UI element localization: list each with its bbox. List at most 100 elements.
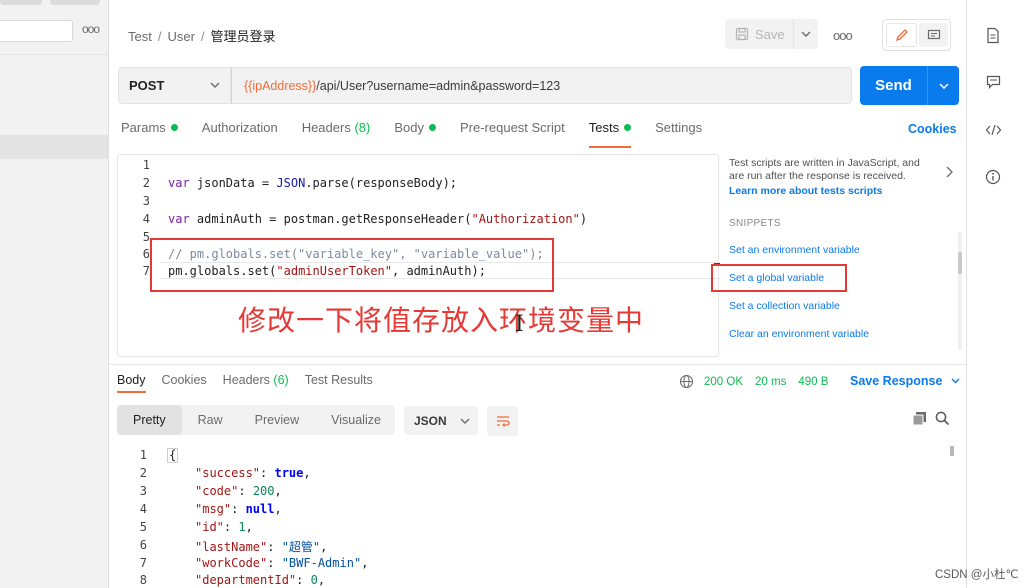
code-icon[interactable] xyxy=(984,121,1002,139)
save-button[interactable]: Save xyxy=(725,19,792,49)
watermark: CSDN @小杜℃ xyxy=(935,569,1019,581)
tab-response-body[interactable]: Body xyxy=(117,373,146,393)
chevron-down-icon xyxy=(801,31,811,37)
tab-label: Tests xyxy=(588,120,620,135)
info-icon[interactable] xyxy=(984,168,1002,186)
pencil-icon xyxy=(895,29,908,42)
snippet-link[interactable]: Clear an environment variable xyxy=(729,328,869,340)
json-value: 200 xyxy=(252,484,275,498)
code-token: jsonData = xyxy=(189,176,277,190)
comments-icon[interactable] xyxy=(984,73,1002,91)
tab-settings[interactable]: Settings xyxy=(655,120,702,148)
annotation-box xyxy=(150,238,554,292)
tab-tests[interactable]: Tests xyxy=(588,120,632,148)
snippets-scrollbar[interactable] xyxy=(958,232,962,350)
snippets-panel: Test scripts are written in JavaScript, … xyxy=(720,154,964,357)
method-select[interactable]: POST xyxy=(118,67,231,104)
sidebar-search-input[interactable] xyxy=(0,20,73,42)
annotation-box xyxy=(711,264,847,292)
chevron-down-icon xyxy=(460,418,470,424)
tab-pre-request-script[interactable]: Pre-request Script xyxy=(460,120,565,148)
pane-divider[interactable] xyxy=(109,364,966,365)
tab-response-headers[interactable]: Headers (6) xyxy=(223,373,289,393)
chevron-right-icon[interactable] xyxy=(946,166,953,178)
globe-icon[interactable] xyxy=(679,374,694,389)
tab-body[interactable]: Body xyxy=(394,120,436,148)
tab-params[interactable]: Params xyxy=(121,120,178,148)
tab-visualize[interactable]: Visualize xyxy=(315,405,397,435)
snippet-link[interactable]: Set a collection variable xyxy=(729,300,840,312)
json-row: "workCode": "BWF-Admin", xyxy=(195,556,369,570)
search-icon[interactable] xyxy=(935,411,950,429)
snippets-scroll-thumb[interactable] xyxy=(958,252,962,274)
response-scrollbar[interactable] xyxy=(950,446,954,456)
tab-label: Body xyxy=(394,120,424,135)
view-mode-toggle xyxy=(882,19,951,51)
sidebar-top-button[interactable] xyxy=(50,0,100,5)
send-dropdown-button[interactable] xyxy=(927,66,959,105)
sidebar-selected-item[interactable] xyxy=(0,135,108,159)
tab-preview[interactable]: Preview xyxy=(239,405,315,435)
breadcrumb-item[interactable]: Test xyxy=(128,29,152,44)
line-number: 2 xyxy=(142,176,150,190)
snippets-title: SNIPPETS xyxy=(729,218,781,229)
copy-icon[interactable] xyxy=(912,411,927,429)
response-tabs: Body Cookies Headers (6) Test Results xyxy=(117,373,389,393)
breadcrumb-current[interactable]: 管理员登录 xyxy=(211,29,276,44)
response-size[interactable]: 490 B xyxy=(798,376,828,388)
url-input[interactable]: {{ipAddress}}/api/User?username=admin&pa… xyxy=(231,67,852,104)
left-sidebar: ooo xyxy=(0,0,109,588)
json-value: 0 xyxy=(310,573,318,587)
request-tabs: Params Authorization Headers (8) Body Pr… xyxy=(121,120,726,148)
sidebar-top-button[interactable] xyxy=(0,0,42,5)
line-number: 6 xyxy=(142,247,150,261)
line-number: 6 xyxy=(139,538,147,552)
tab-label: Pre-request Script xyxy=(459,120,565,135)
tab-test-results[interactable]: Test Results xyxy=(305,373,373,393)
json-key: "departmentId" xyxy=(195,573,297,587)
tab-raw[interactable]: Raw xyxy=(182,405,239,435)
tab-pretty[interactable]: Pretty xyxy=(117,405,182,435)
json-row: "success": true, xyxy=(195,466,311,480)
tab-authorization[interactable]: Authorization xyxy=(202,120,278,148)
code-token: var xyxy=(168,212,190,226)
code-token: .parse xyxy=(305,176,349,190)
json-value: 1 xyxy=(238,520,246,534)
save-response-button[interactable]: Save Response xyxy=(850,374,960,388)
tab-label: Headers xyxy=(222,373,270,387)
code-token: getResponseHeader xyxy=(341,212,465,226)
response-time[interactable]: 20 ms xyxy=(755,376,786,388)
cookies-link[interactable]: Cookies xyxy=(908,122,957,136)
sidebar-divider xyxy=(0,54,108,55)
wrap-lines-button[interactable] xyxy=(487,406,518,436)
send-button[interactable]: Send xyxy=(860,66,927,105)
save-dropdown-button[interactable] xyxy=(793,19,818,49)
line-number: 7 xyxy=(139,556,147,570)
snippet-link[interactable]: Set an environment variable xyxy=(729,244,860,256)
documentation-mode-button[interactable] xyxy=(919,23,948,47)
breadcrumb-item[interactable]: User xyxy=(167,29,194,44)
edit-mode-button[interactable] xyxy=(886,23,917,47)
tab-label: Authorization xyxy=(201,120,278,135)
line-number: 7 xyxy=(142,264,150,278)
tab-headers[interactable]: Headers (8) xyxy=(302,120,371,148)
more-options-icon[interactable]: ooo xyxy=(833,28,853,43)
status-code[interactable]: 200 OK xyxy=(704,376,743,388)
format-select[interactable]: JSON xyxy=(404,406,478,435)
url-path: /api/User?username=admin&password=123 xyxy=(316,78,561,93)
line-number: 4 xyxy=(142,212,150,226)
headers-count: (8) xyxy=(354,120,371,135)
send-group: Send xyxy=(860,66,959,105)
json-row: "lastName": "超管", xyxy=(195,540,328,554)
code-token: JSON xyxy=(276,176,306,190)
sidebar-more-icon[interactable]: ooo xyxy=(82,22,100,36)
chevron-down-icon xyxy=(951,378,960,384)
save-group: Save xyxy=(725,19,818,49)
tab-response-cookies[interactable]: Cookies xyxy=(162,373,207,393)
save-label: Save xyxy=(755,26,785,42)
learn-more-link[interactable]: Learn more about tests scripts xyxy=(729,185,882,197)
documentation-icon[interactable] xyxy=(984,26,1002,44)
tab-label: Settings xyxy=(655,120,703,135)
code-token: "Authorization" xyxy=(471,212,580,226)
wrap-lines-icon xyxy=(496,416,510,427)
